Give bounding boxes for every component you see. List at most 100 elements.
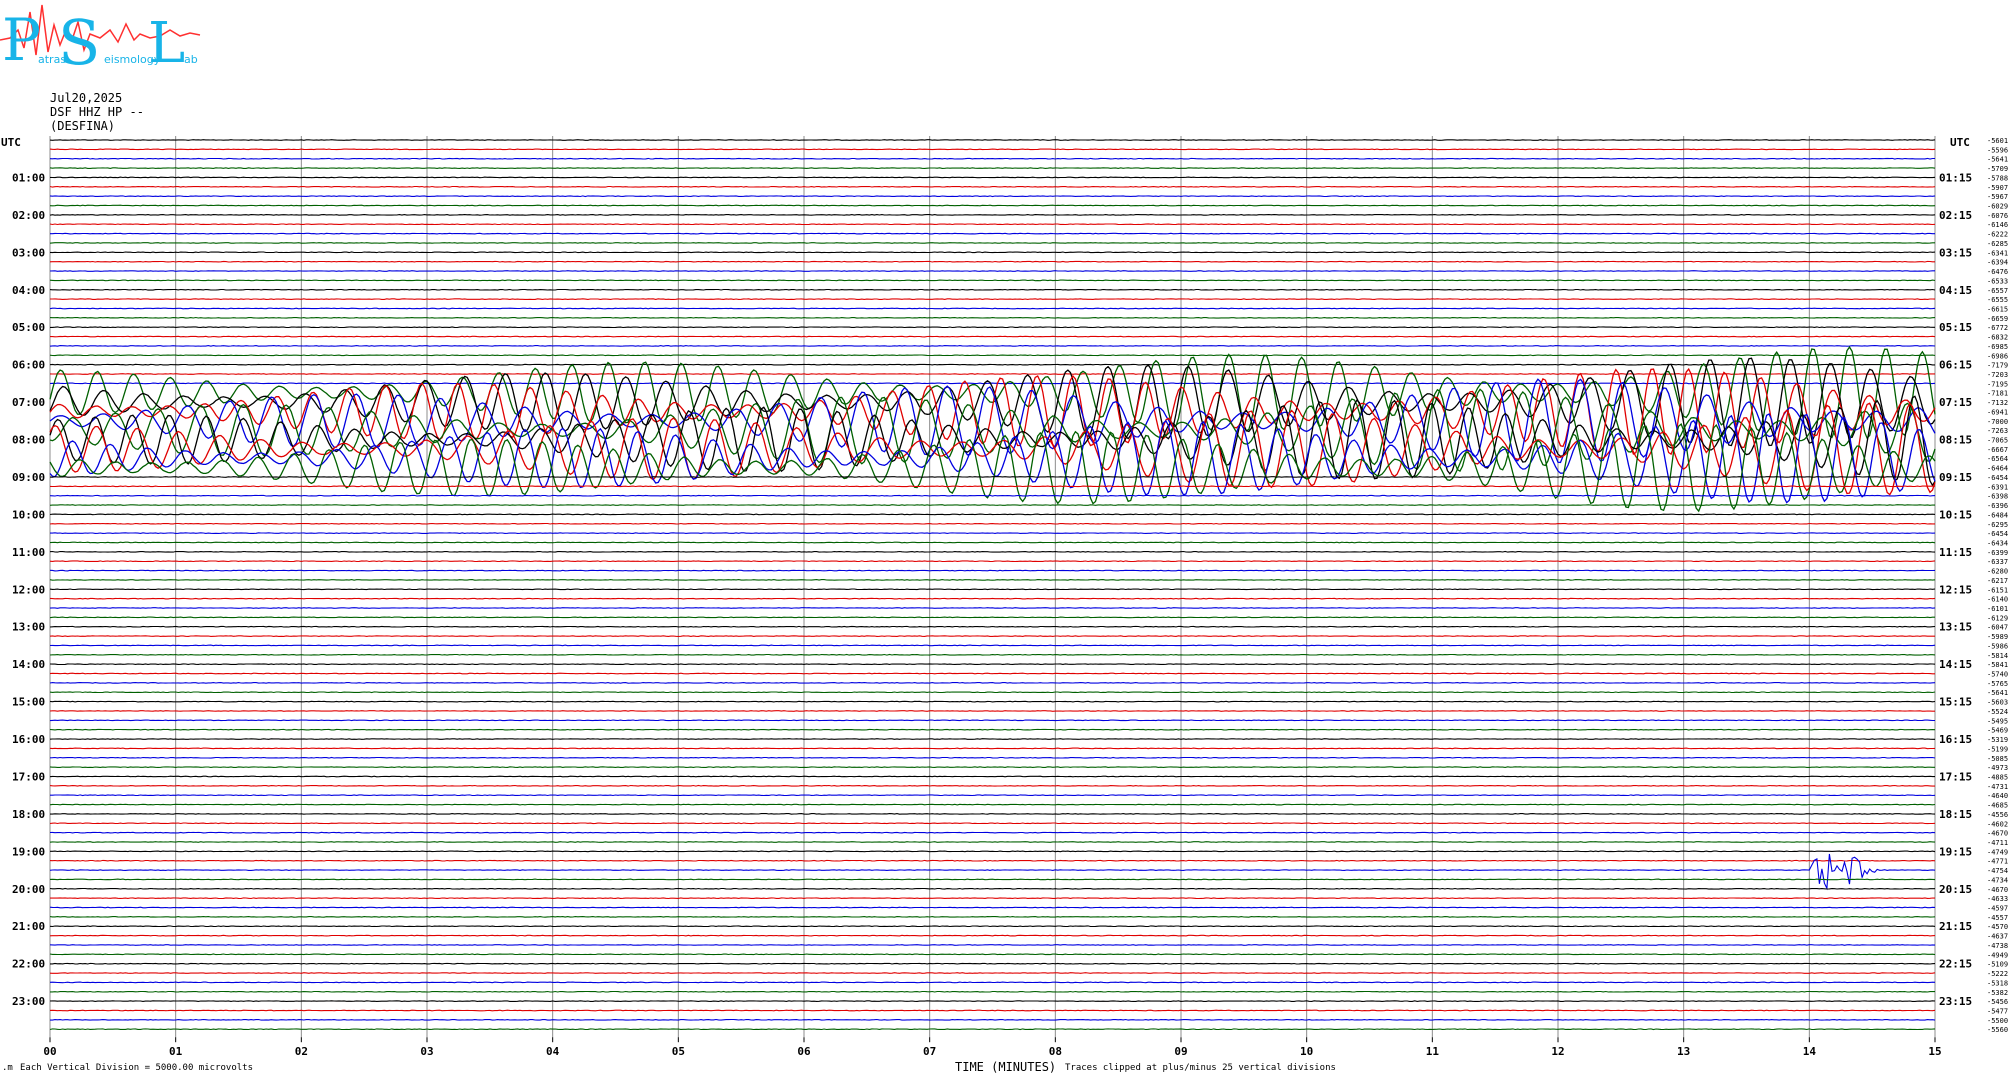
trace-offset-label: -5222 — [1987, 970, 2008, 978]
trace-offset-label: -6222 — [1987, 231, 2008, 239]
trace-line — [49, 784, 1935, 787]
trace-line — [49, 1000, 1936, 1002]
trace-line — [49, 242, 1935, 244]
trace-offset-label: -6533 — [1987, 277, 2008, 285]
trace-offset-label: -7181 — [1987, 390, 2008, 398]
trace-offset-label: -6394 — [1987, 259, 2008, 267]
trace-line — [49, 345, 1936, 347]
trace-offset-label: -6337 — [1987, 558, 2008, 566]
trace-line — [49, 803, 1936, 806]
trace-line — [50, 326, 1935, 329]
trace-line — [49, 719, 1935, 722]
trace-line — [49, 476, 1936, 478]
trace-line — [50, 794, 1936, 797]
x-tick-label: 15 — [1928, 1045, 1941, 1058]
right-hour-label: 03:15 — [1939, 246, 1972, 259]
trace-line — [49, 288, 1936, 291]
trace-offset-label: -4570 — [1987, 923, 2008, 931]
trace-offset-label: -4738 — [1987, 942, 2008, 950]
trace-offset-label: -5456 — [1987, 998, 2008, 1006]
trace-offset-label: -6454 — [1987, 474, 2008, 482]
trace-offset-label: -4731 — [1987, 783, 2008, 791]
left-hour-label: 03:00 — [12, 246, 45, 259]
trace-line — [49, 738, 1935, 740]
trace-offset-label: -6398 — [1987, 493, 2008, 501]
x-tick-label: 03 — [420, 1045, 433, 1058]
trace-offset-label: -4711 — [1987, 839, 2008, 847]
trace-offset-label: -6076 — [1987, 212, 2008, 220]
trace-offset-label: -5318 — [1987, 979, 2008, 987]
trace-offset-label: -7065 — [1987, 437, 2008, 445]
trace-offset-label: -5989 — [1987, 633, 2008, 641]
right-hour-label: 21:15 — [1939, 920, 1972, 933]
trace-offset-label: -5319 — [1987, 736, 2008, 744]
left-axis-title: UTC — [1, 136, 21, 149]
right-hour-label: 18:15 — [1939, 808, 1972, 821]
trace-offset-label: -4670 — [1987, 830, 2008, 838]
x-tick-label: 09 — [1174, 1045, 1187, 1058]
trace-line — [49, 541, 1936, 544]
trace-offset-label: -6047 — [1987, 624, 2008, 632]
trace-line — [49, 944, 1936, 946]
trace-offset-label: -4749 — [1987, 848, 2008, 856]
right-hour-label: 17:15 — [1939, 770, 1972, 783]
trace-offset-label: -4734 — [1987, 876, 2008, 884]
trace-offset-label: -4633 — [1987, 895, 2008, 903]
right-hour-label: 09:15 — [1939, 471, 1972, 484]
x-tick-label: 12 — [1551, 1045, 1564, 1058]
right-hour-label: 19:15 — [1939, 845, 1972, 858]
trace-offset-label: -6615 — [1987, 305, 2008, 313]
trace-offset-label: -5709 — [1987, 165, 2008, 173]
trace-line — [49, 204, 1936, 207]
left-hour-label: 04:00 — [12, 284, 45, 297]
trace-line — [49, 607, 1936, 609]
trace-offset-label: -5085 — [1987, 755, 2008, 763]
trace-line — [49, 504, 1936, 506]
trace-offset-label: -7203 — [1987, 371, 2008, 379]
trace-offset-label: -7132 — [1987, 399, 2008, 407]
trace-line — [49, 766, 1935, 768]
trace-line — [50, 232, 1935, 235]
x-tick-label: 01 — [169, 1045, 183, 1058]
x-tick-label: 11 — [1426, 1045, 1440, 1058]
left-hour-label: 05:00 — [12, 321, 45, 334]
trace-line — [49, 710, 1935, 712]
trace-line — [49, 185, 1936, 188]
trace-offset-label: -5814 — [1987, 652, 2008, 660]
trace-offset-label: -6832 — [1987, 334, 2008, 342]
trace-offset-label: -6476 — [1987, 268, 2008, 276]
x-tick-label: 07 — [923, 1045, 936, 1058]
trace-offset-label: -5907 — [1987, 184, 2008, 192]
trace-line — [49, 747, 1936, 750]
trace-line — [49, 925, 1936, 928]
x-tick-label: 10 — [1300, 1045, 1313, 1058]
left-hour-label: 11:00 — [12, 546, 45, 559]
trace-offset-label: -4602 — [1987, 820, 2008, 828]
trace-offset-label: -5500 — [1987, 1017, 2008, 1025]
trace-line — [49, 307, 1936, 310]
trace-line — [49, 402, 1936, 496]
trace-offset-label: -6557 — [1987, 287, 2008, 295]
trace-offset-label: -5603 — [1987, 699, 2008, 707]
trace-line — [49, 363, 1935, 366]
left-hour-label: 23:00 — [12, 995, 45, 1008]
trace-line — [49, 906, 1936, 909]
right-hour-label: 10:15 — [1939, 508, 1972, 521]
trace-offset-label: -4949 — [1987, 951, 2008, 959]
trace-offset-label: -6280 — [1987, 568, 2008, 576]
trace-offset-label: -6146 — [1987, 221, 2008, 229]
trace-offset-label: -4885 — [1987, 773, 2008, 781]
trace-offset-label: -5986 — [1987, 642, 2008, 650]
trace-line — [49, 373, 1935, 375]
right-hour-label: 05:15 — [1939, 321, 1972, 334]
trace-line — [49, 423, 1936, 513]
left-hour-label: 02:00 — [12, 209, 45, 222]
trace-line — [49, 485, 1935, 488]
trace-offset-label: -6484 — [1987, 511, 2008, 519]
right-hour-label: 15:15 — [1939, 696, 1972, 709]
trace-line — [50, 335, 1936, 338]
left-hour-label: 08:00 — [12, 434, 45, 447]
trace-line — [49, 853, 1936, 891]
trace-offset-label: -7000 — [1987, 418, 2008, 426]
trace-line — [49, 878, 1936, 881]
